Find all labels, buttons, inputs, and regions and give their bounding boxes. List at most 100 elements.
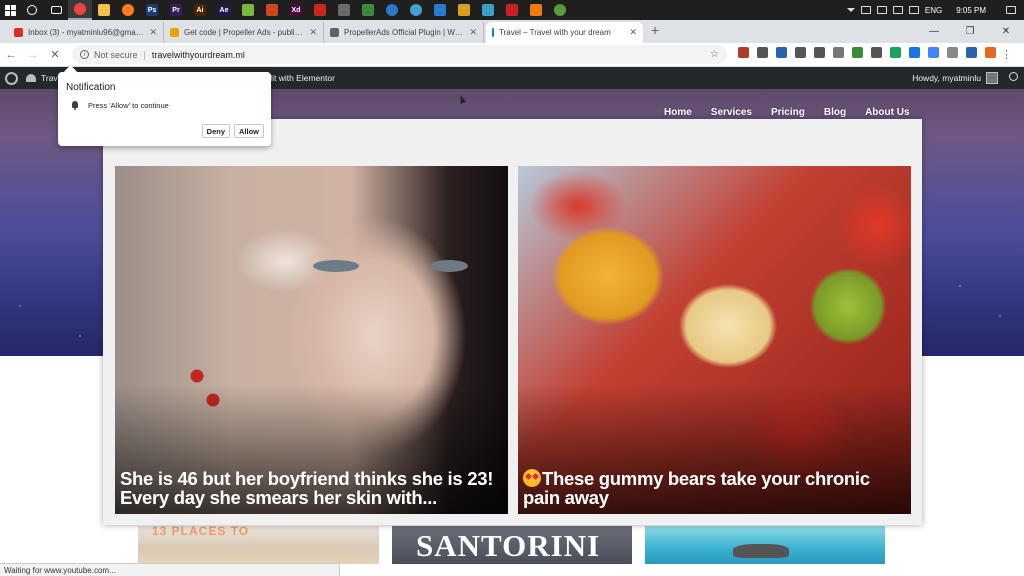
extension-icon[interactable] bbox=[928, 47, 939, 58]
taskbar-app[interactable] bbox=[92, 0, 116, 20]
firefox-icon bbox=[122, 4, 134, 16]
taskbar-app[interactable] bbox=[236, 0, 260, 20]
allow-button[interactable]: Allow bbox=[234, 124, 264, 138]
search-icon[interactable] bbox=[1009, 72, 1018, 81]
extension-icon[interactable] bbox=[795, 47, 806, 58]
close-window-icon[interactable]: ✕ bbox=[988, 20, 1024, 43]
nav-pricing[interactable]: Pricing bbox=[771, 107, 805, 118]
nav-home[interactable]: Home bbox=[664, 107, 692, 118]
taskbar-app[interactable] bbox=[332, 0, 356, 20]
battery-icon[interactable] bbox=[876, 6, 887, 14]
taskbar-app[interactable]: Ps bbox=[140, 0, 164, 20]
vscode-icon bbox=[434, 4, 446, 16]
windows-taskbar: Ps Pr Ai Ae Xd ENG 9:05 PM bbox=[0, 0, 1024, 20]
notification-permission-popup: Notification Press 'Allow' to continue D… bbox=[58, 72, 271, 146]
taskbar-app[interactable] bbox=[548, 0, 572, 20]
window-controls: — ❐ ✕ bbox=[916, 20, 1024, 43]
extension-icon[interactable] bbox=[985, 47, 996, 58]
tab-propeller-get-code[interactable]: Get code | Propeller Ads - publisher ✕ bbox=[164, 22, 324, 43]
taskbar-app[interactable] bbox=[404, 0, 428, 20]
photoshop-icon: Ps bbox=[146, 4, 158, 16]
bookmark-star-icon[interactable]: ☆ bbox=[710, 49, 719, 60]
rock-image bbox=[733, 544, 789, 558]
star-struck-emoji-icon bbox=[523, 469, 541, 487]
chrome-icon bbox=[74, 3, 86, 15]
app-icon bbox=[362, 4, 374, 16]
cortana-button[interactable] bbox=[20, 0, 44, 20]
minimize-icon[interactable]: — bbox=[916, 20, 952, 43]
extension-icon[interactable] bbox=[757, 47, 768, 58]
tab-travel[interactable]: Travel – Travel with your dream ✕ bbox=[486, 22, 643, 43]
language-indicator[interactable]: ENG bbox=[925, 6, 942, 15]
windows-icon bbox=[4, 4, 16, 16]
ad-card-skin[interactable]: She is 46 but her boyfriend thinks she i… bbox=[115, 166, 508, 514]
screen: Ps Pr Ai Ae Xd ENG 9:05 PM Inbox (3) - myatm… bbox=[0, 0, 1024, 576]
taskbar-app[interactable] bbox=[524, 0, 548, 20]
taskbar-app[interactable] bbox=[356, 0, 380, 20]
taskbar-app[interactable]: Ae bbox=[212, 0, 236, 20]
extension-icon[interactable] bbox=[833, 47, 844, 58]
nav-about-us[interactable]: About Us bbox=[865, 107, 909, 118]
close-icon[interactable]: ✕ bbox=[629, 27, 637, 38]
deny-button[interactable]: Deny bbox=[201, 124, 230, 138]
taskbar-app[interactable] bbox=[452, 0, 476, 20]
start-button[interactable] bbox=[0, 0, 20, 20]
tab-propeller-plugin[interactable]: PropellerAds Official Plugin | WordPress… bbox=[324, 22, 484, 43]
taskbar-app[interactable] bbox=[500, 0, 524, 20]
info-icon[interactable]: i bbox=[80, 50, 89, 59]
site-name: Trav bbox=[41, 73, 58, 83]
post-thumbnail[interactable] bbox=[645, 526, 885, 564]
close-icon[interactable]: ✕ bbox=[149, 27, 157, 38]
wordpress-icon bbox=[386, 4, 398, 16]
forward-button[interactable]: → bbox=[22, 49, 44, 61]
action-center-icon[interactable] bbox=[1006, 6, 1016, 14]
taskbar-app[interactable]: Ai bbox=[188, 0, 212, 20]
volume-icon[interactable] bbox=[908, 6, 919, 14]
chrome-menu-icon[interactable]: ⋮ bbox=[1001, 48, 1012, 61]
new-tab-button[interactable]: + bbox=[651, 22, 659, 38]
restore-icon[interactable]: ❐ bbox=[952, 20, 988, 43]
wordpress-icon[interactable] bbox=[5, 71, 18, 85]
taskbar-app[interactable] bbox=[68, 0, 92, 20]
thumbnail-title: 13 PLACES TO bbox=[152, 526, 250, 538]
extension-icon[interactable] bbox=[909, 47, 920, 58]
extension-icon[interactable] bbox=[738, 47, 749, 58]
extension-icon[interactable] bbox=[776, 47, 787, 58]
ad-card-gummy[interactable]: These gummy bears take your chronic pain… bbox=[518, 166, 911, 514]
extension-icon[interactable] bbox=[947, 47, 958, 58]
close-icon[interactable]: ✕ bbox=[469, 27, 477, 38]
taskbar-app[interactable] bbox=[308, 0, 332, 20]
site-name-link[interactable]: Trav bbox=[26, 73, 58, 83]
post-thumbnail[interactable]: SANTORINI bbox=[392, 526, 632, 564]
extension-icon[interactable] bbox=[871, 47, 882, 58]
extension-icon[interactable] bbox=[852, 47, 863, 58]
taskbar-app[interactable] bbox=[260, 0, 284, 20]
taskbar-app[interactable]: Pr bbox=[164, 0, 188, 20]
nav-services[interactable]: Services bbox=[711, 107, 752, 118]
close-icon[interactable]: ✕ bbox=[309, 27, 317, 38]
url-text: travelwithyourdream.ml bbox=[151, 49, 245, 60]
network-icon[interactable] bbox=[892, 6, 903, 14]
tab-inbox[interactable]: Inbox (3) - myatminlu96@gmail.com ✕ bbox=[8, 22, 164, 43]
extension-icon[interactable] bbox=[890, 47, 901, 58]
extension-icon[interactable] bbox=[966, 47, 977, 58]
taskbar-app[interactable]: Xd bbox=[284, 0, 308, 20]
clock[interactable]: 9:05 PM bbox=[956, 6, 986, 15]
taskbar-app[interactable] bbox=[380, 0, 404, 20]
back-button[interactable]: ← bbox=[0, 49, 22, 61]
extension-icon[interactable] bbox=[814, 47, 825, 58]
nav-blog[interactable]: Blog bbox=[824, 107, 846, 118]
chevron-up-icon[interactable] bbox=[846, 8, 855, 12]
stop-loading-button[interactable]: ✕ bbox=[44, 48, 66, 61]
account-menu[interactable]: Howdy, myatminlu bbox=[912, 67, 998, 89]
post-thumbnail[interactable]: 13 PLACES TO bbox=[138, 526, 379, 564]
security-label: Not secure bbox=[94, 49, 138, 60]
taskbar-app[interactable] bbox=[116, 0, 140, 20]
status-bar: Waiting for www.youtube.com... bbox=[0, 563, 340, 576]
taskbar-app[interactable] bbox=[428, 0, 452, 20]
task-view-button[interactable] bbox=[44, 0, 68, 20]
ad-caption: She is 46 but her boyfriend thinks she i… bbox=[120, 468, 494, 508]
taskbar-app[interactable] bbox=[476, 0, 500, 20]
address-bar[interactable]: i Not secure | travelwithyourdream.ml ☆ bbox=[72, 45, 727, 64]
dropbox-icon[interactable] bbox=[860, 6, 871, 14]
